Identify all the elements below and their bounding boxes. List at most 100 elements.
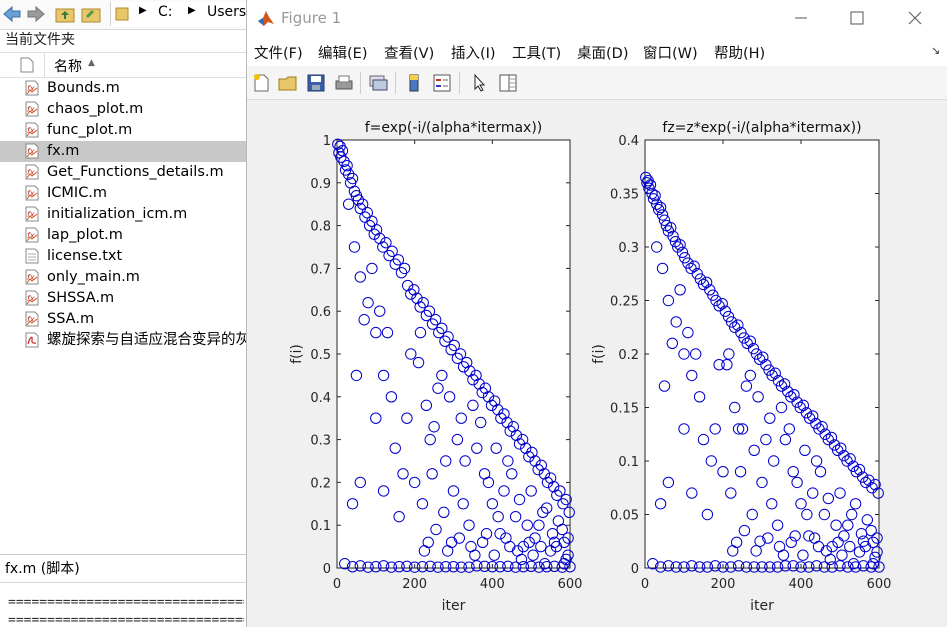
menu-file[interactable]: 文件(F) — [254, 42, 303, 63]
matlab-file-icon: fx — [25, 227, 39, 243]
matlab-file-icon: fx — [25, 164, 39, 180]
file-list-item[interactable]: license.txt — [0, 246, 246, 267]
back-arrow-icon[interactable] — [2, 4, 22, 24]
menu-window[interactable]: 窗口(W) — [643, 42, 698, 63]
window-titlebar: Figure 1 — [247, 0, 947, 36]
x-tick-label: 400 — [789, 577, 814, 592]
link-plot-icon[interactable] — [367, 72, 389, 94]
menu-insert[interactable]: 插入(I) — [451, 42, 496, 63]
file-list-item[interactable]: fx only_main.m — [0, 267, 246, 288]
current-folder-panel: ▶ C: ▶ Users 当前文件夹 名称 ▲ fx Bounds.m fx chao… — [0, 0, 247, 628]
menu-help[interactable]: 帮助(H) — [714, 42, 765, 63]
plots-svg: 0 0.1 0.2 0.3 0.4 0.5 0.6 0.7 0.8 0.9 1 0 200 400 600 f… — [289, 120, 891, 614]
file-list-item[interactable]: fx lap_plot.m — [0, 225, 246, 246]
menu-desktop[interactable]: 桌面(D) — [577, 42, 628, 63]
file-list: fx Bounds.m fx chaos_plot.m fx func_plot.m fx f… — [0, 78, 246, 351]
y-tick-label: 0.05 — [610, 509, 639, 524]
file-list-item[interactable]: fx fx.m — [0, 141, 246, 162]
x-tick-label: 200 — [711, 577, 736, 592]
window-title: Figure 1 — [281, 9, 342, 27]
file-list-item[interactable]: fx initialization_icm.m — [0, 204, 246, 225]
chart-title: f=exp(-i/(alpha*itermax)) — [365, 120, 543, 136]
matlab-file-icon: fx — [25, 101, 39, 117]
up-folder-icon[interactable] — [54, 4, 76, 24]
matlab-file-icon: fx — [25, 206, 39, 222]
maximize-icon[interactable] — [845, 8, 869, 28]
y-tick-label: 0.7 — [310, 262, 331, 277]
x-tick-label: 200 — [402, 577, 427, 592]
close-icon[interactable] — [903, 8, 927, 28]
menu-bar: 文件(F) 编辑(E) 查看(V) 插入(I) 工具(T) 桌面(D) 窗口(W… — [247, 36, 947, 66]
details-title: fx.m (脚本) — [0, 555, 246, 583]
minimize-icon[interactable] — [789, 8, 813, 28]
open-file-icon[interactable] — [277, 72, 299, 94]
folder-icon — [115, 7, 129, 21]
breadcrumb-drive[interactable]: C: — [158, 4, 173, 20]
y-tick-label: 0.1 — [310, 519, 331, 534]
y-tick-label: 0.6 — [310, 305, 331, 320]
file-name: fx.m — [47, 143, 80, 159]
forward-arrow-icon[interactable] — [26, 4, 46, 24]
file-type-column-icon — [20, 57, 34, 73]
file-list-item[interactable]: 螺旋探索与自适应混合变异的灰 — [0, 330, 246, 351]
file-list-item[interactable]: fx SHSSA.m — [0, 288, 246, 309]
menu-edit[interactable]: 编辑(E) — [318, 42, 367, 63]
x-tick-label: 0 — [641, 577, 649, 592]
file-name: 螺旋探索与自适应混合变异的灰 — [47, 332, 246, 348]
y-tick-label: 0.5 — [310, 348, 331, 363]
chart-title: fz=z*exp(-i/(alpha*itermax)) — [662, 120, 861, 136]
dock-arrow-icon[interactable]: ↘ — [931, 44, 940, 57]
details-text-line: ======================================== — [8, 613, 244, 628]
column-header-row: 名称 ▲ — [0, 52, 246, 78]
matlab-file-icon: fx — [25, 290, 39, 306]
y-tick-label: 1 — [323, 134, 331, 149]
chevron-right-icon: ▶ — [139, 5, 147, 16]
menu-tools[interactable]: 工具(T) — [512, 42, 561, 63]
y-tick-label: 0.25 — [610, 295, 639, 310]
y-tick-label: 0.4 — [618, 134, 639, 149]
matlab-file-icon: fx — [25, 80, 39, 96]
file-list-item[interactable]: fx func_plot.m — [0, 120, 246, 141]
x-tick-label: 600 — [867, 577, 892, 592]
y-tick-label: 0.1 — [618, 455, 639, 470]
file-list-item[interactable]: fx SSA.m — [0, 309, 246, 330]
y-tick-label: 0 — [323, 562, 331, 577]
pdf-file-icon — [25, 332, 39, 348]
colorbar-icon[interactable] — [403, 72, 425, 94]
breadcrumb[interactable]: ▶ C: ▶ Users — [110, 2, 247, 26]
chevron-right-icon: ▶ — [188, 5, 196, 16]
y-tick-label: 0.3 — [310, 434, 331, 449]
file-name: chaos_plot.m — [47, 101, 144, 117]
property-editor-icon[interactable] — [497, 72, 519, 94]
matlab-logo-icon — [258, 11, 274, 26]
matlab-file-icon: fx — [25, 269, 39, 285]
matlab-file-icon: fx — [25, 143, 39, 159]
new-figure-icon[interactable] — [250, 72, 272, 94]
file-name: Get_Functions_details.m — [47, 164, 224, 180]
y-tick-label: 0.2 — [618, 348, 639, 363]
details-text-line: ======================================== — [8, 595, 244, 610]
file-list-item[interactable]: fx Bounds.m — [0, 78, 246, 99]
pointer-icon[interactable] — [469, 72, 491, 94]
file-list-item[interactable]: fx ICMIC.m — [0, 183, 246, 204]
x-axis-label: iter — [442, 598, 466, 614]
file-list-item[interactable]: fx chaos_plot.m — [0, 99, 246, 120]
file-name: lap_plot.m — [47, 227, 123, 243]
file-list-item[interactable]: fx Get_Functions_details.m — [0, 162, 246, 183]
y-tick-label: 0.2 — [310, 476, 331, 491]
save-icon[interactable] — [305, 72, 327, 94]
print-icon[interactable] — [333, 72, 355, 94]
axes-right[interactable]: 0 0.05 0.1 0.15 0.2 0.25 0.3 0.35 0.4 0 200 400 600 f… — [591, 120, 891, 614]
y-tick-label: 0.3 — [618, 241, 639, 256]
column-header-name[interactable]: 名称 — [54, 56, 82, 76]
y-tick-label: 0.8 — [310, 220, 331, 235]
y-tick-label: 0.15 — [610, 402, 639, 417]
sort-ascending-icon: ▲ — [88, 58, 95, 68]
browse-folder-icon[interactable] — [80, 4, 102, 24]
figure-toolbar — [247, 66, 947, 100]
axes-left[interactable]: 0 0.1 0.2 0.3 0.4 0.5 0.6 0.7 0.8 0.9 1 0 200 400 600 f… — [289, 120, 582, 614]
matlab-file-icon: fx — [25, 311, 39, 327]
menu-view[interactable]: 查看(V) — [384, 42, 434, 63]
legend-icon[interactable] — [431, 72, 453, 94]
breadcrumb-users[interactable]: Users — [207, 4, 246, 20]
